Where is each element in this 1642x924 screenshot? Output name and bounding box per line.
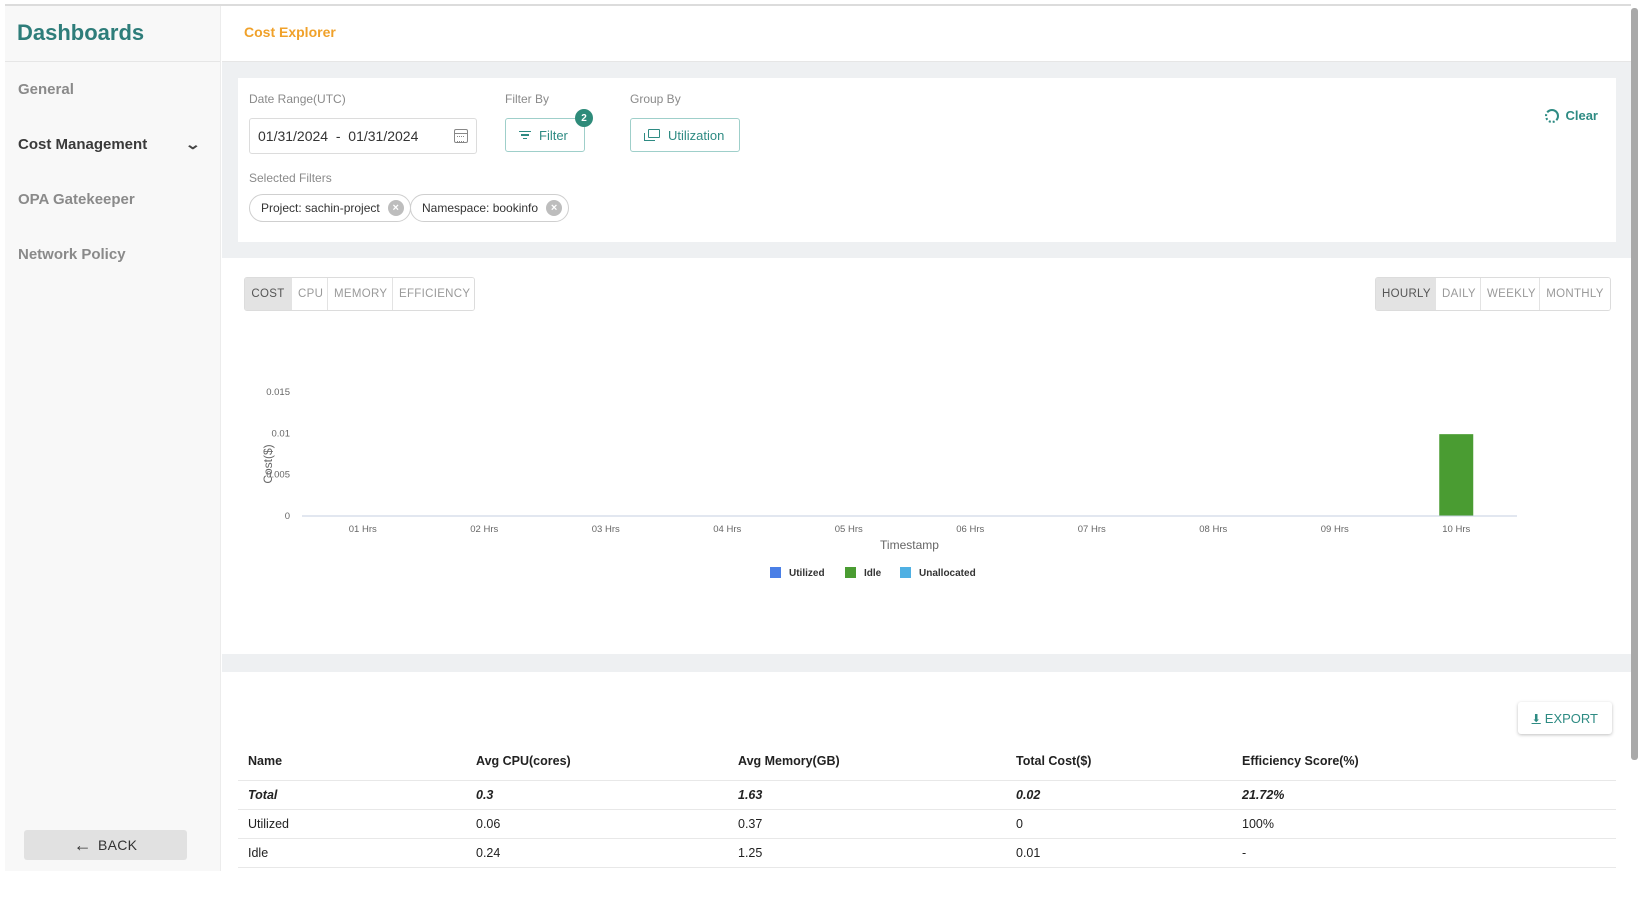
chart-panel: COST CPU MEMORY EFFICIENCY HOURLY DAILY …	[222, 258, 1631, 654]
back-label: BACK	[97, 837, 138, 853]
x-tick-label: 06 Hrs	[956, 524, 984, 535]
table-cell: 0.24	[466, 838, 728, 868]
date-range-input[interactable]: 01/31/2024 - 01/31/2024	[249, 118, 477, 154]
column-header[interactable]: Total Cost($)	[1006, 742, 1232, 781]
filter-count-badge: 2	[575, 109, 593, 127]
table-cell: 0.3	[466, 780, 728, 810]
filter-button[interactable]: Filter 2	[505, 109, 593, 152]
download-icon: ⬇	[1531, 712, 1541, 725]
legend-label[interactable]: Utilized	[789, 568, 825, 579]
table-panel: ⬇ EXPORT Name Avg CPU(cores) Avg Memory(…	[222, 672, 1631, 871]
sidebar-item-label: General	[18, 81, 74, 98]
date-range-label: Date Range(UTC)	[249, 92, 346, 106]
table-cell: 1.25	[728, 838, 1006, 868]
x-tick-label: 09 Hrs	[1321, 524, 1349, 535]
table-cell: 1.63	[728, 780, 1006, 810]
page-title: Cost Explorer	[222, 6, 1631, 62]
export-label: EXPORT	[1544, 710, 1598, 726]
legend-swatch-idle	[845, 567, 856, 578]
x-tick-label: 10 Hrs	[1442, 524, 1470, 535]
y-tick-label: 0.015	[266, 387, 290, 398]
back-button[interactable]: ← BACK	[24, 830, 187, 860]
column-header[interactable]: Avg Memory(GB)	[728, 742, 1006, 781]
column-header[interactable]: Avg CPU(cores)	[466, 742, 728, 781]
table-row-total: Total 0.3 1.63 0.02 21.72%	[238, 780, 1616, 810]
x-axis-title: Timestamp	[880, 538, 939, 552]
remove-chip-icon[interactable]: ×	[387, 200, 404, 216]
group-by-value: Utilization	[668, 127, 725, 143]
table-cell: 0.02	[1006, 780, 1232, 810]
group-by-button[interactable]: Utilization	[630, 118, 740, 152]
filter-by-label: Filter By	[505, 92, 550, 106]
legend-swatch-utilized	[770, 567, 781, 578]
y-tick-label: 0	[285, 511, 290, 522]
table-cell: 0	[1006, 809, 1232, 839]
filter-button-label: Filter	[539, 127, 568, 143]
x-tick-label: 08 Hrs	[1199, 524, 1227, 535]
filter-panel: Date Range(UTC) 01/31/2024 - 01/31/2024 …	[238, 78, 1616, 242]
table-cell: 21.72%	[1232, 780, 1616, 810]
main-content: Cost Explorer Date Range(UTC) 01/31/2024…	[222, 6, 1631, 871]
sidebar-brand: Dashboards	[5, 6, 220, 62]
app-window: Dashboards General Cost Management ⌄ OPA…	[5, 4, 1631, 871]
table-cell: 0.37	[728, 809, 1006, 839]
sidebar-item-cost-management[interactable]: Cost Management ⌄	[5, 117, 220, 172]
date-range-value: 01/31/2024 - 01/31/2024	[258, 128, 419, 144]
table-cell: Total	[238, 780, 466, 810]
sidebar-item-network-policy[interactable]: Network Policy	[5, 227, 220, 282]
filter-chip-project: Project: sachin-project ×	[249, 194, 411, 222]
x-tick-label: 02 Hrs	[470, 524, 498, 535]
reset-icon	[1545, 108, 1560, 123]
page-scrollbar[interactable]	[1631, 8, 1638, 760]
table-cell: 0.06	[466, 809, 728, 839]
legend-label[interactable]: Unallocated	[919, 568, 976, 579]
table-cell: 100%	[1232, 809, 1616, 839]
cost-table: Name Avg CPU(cores) Avg Memory(GB) Total…	[238, 742, 1616, 868]
calendar-icon[interactable]	[454, 129, 468, 143]
x-tick-label: 07 Hrs	[1078, 524, 1106, 535]
chevron-down-icon: ⌄	[184, 136, 202, 152]
chip-label: Namespace: bookinfo	[422, 201, 539, 215]
cost-chart: 00.0050.010.015 01 Hrs 02 Hrs 03 Hrs 04 Hrs…	[261, 387, 1517, 579]
chip-label: Project: sachin-project	[261, 201, 380, 215]
export-button[interactable]: ⬇ EXPORT	[1517, 702, 1612, 734]
table-header-row: Name Avg CPU(cores) Avg Memory(GB) Total…	[238, 742, 1616, 781]
arrow-left-icon: ←	[73, 835, 92, 855]
selected-filters-label: Selected Filters	[249, 171, 332, 185]
x-tick-label: 01 Hrs	[349, 524, 377, 535]
clear-button[interactable]: Clear	[1545, 108, 1598, 123]
table-cell: 0.01	[1006, 838, 1232, 868]
layers-icon	[644, 129, 660, 141]
y-tick-label: 0.01	[272, 428, 291, 439]
remove-chip-icon[interactable]: ×	[546, 200, 563, 216]
x-tick-label: 03 Hrs	[592, 524, 620, 535]
column-header[interactable]: Efficiency Score(%)	[1232, 742, 1616, 781]
sidebar-item-label: OPA Gatekeeper	[18, 191, 135, 208]
bar-idle[interactable]	[1439, 434, 1474, 516]
y-axis-title: Cost($)	[261, 444, 275, 483]
sidebar: Dashboards General Cost Management ⌄ OPA…	[5, 6, 221, 871]
table-cell: Utilized	[238, 809, 466, 839]
sidebar-item-general[interactable]: General	[5, 62, 220, 117]
legend-label[interactable]: Idle	[864, 568, 882, 579]
clear-label: Clear	[1565, 108, 1598, 123]
sidebar-item-label: Cost Management	[18, 136, 148, 153]
sidebar-item-opa-gatekeeper[interactable]: OPA Gatekeeper	[5, 172, 220, 227]
x-tick-label: 04 Hrs	[713, 524, 741, 535]
filter-chip-namespace: Namespace: bookinfo ×	[410, 194, 570, 222]
table-cell: Idle	[238, 838, 466, 868]
sidebar-item-label: Network Policy	[18, 246, 126, 263]
table-row: Idle 0.24 1.25 0.01 -	[238, 838, 1616, 868]
x-tick-label: 05 Hrs	[835, 524, 863, 535]
filter-icon	[519, 130, 531, 140]
table-row: Utilized 0.06 0.37 0 100%	[238, 809, 1616, 839]
table-cell: -	[1232, 838, 1616, 868]
legend-swatch-unallocated	[900, 567, 911, 578]
group-by-label: Group By	[630, 92, 681, 106]
column-header[interactable]: Name	[238, 742, 466, 781]
